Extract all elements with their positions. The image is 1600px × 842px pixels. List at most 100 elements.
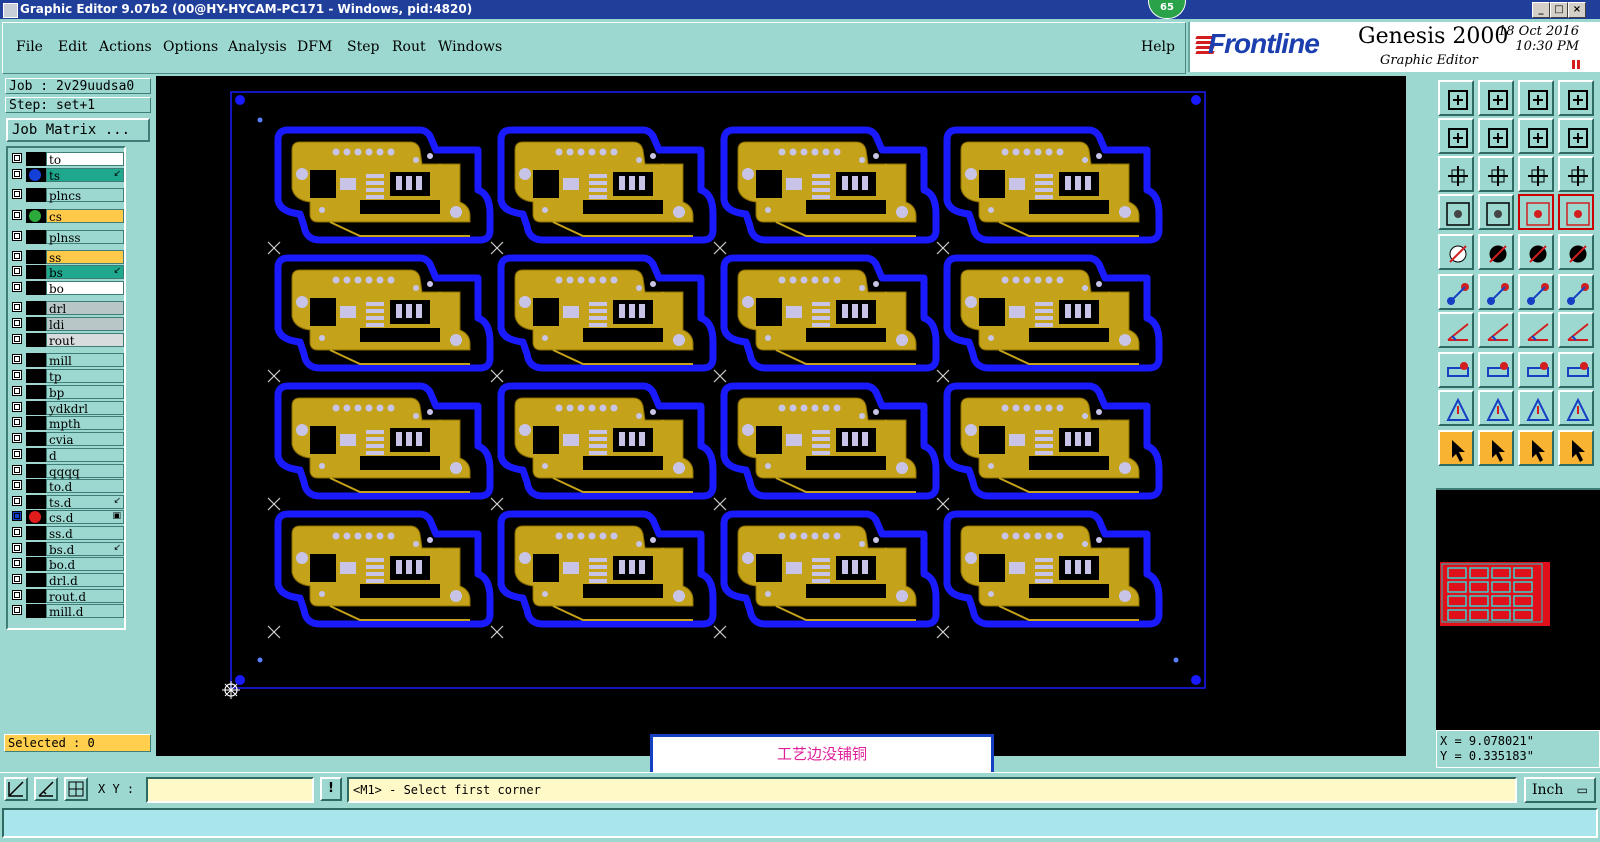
layer-name[interactable]: bp [46, 385, 124, 400]
layer-name[interactable]: mpth [46, 416, 124, 431]
help-icon[interactable] [1558, 156, 1594, 192]
layer-color-slot[interactable] [26, 495, 46, 509]
layer-color-slot[interactable] [26, 188, 46, 202]
layer-row-to-d[interactable]: to.d [10, 479, 124, 494]
layer-row-cvia[interactable]: cvia [10, 432, 124, 447]
redraw-icon[interactable] [1558, 118, 1594, 154]
layer-row-ldi[interactable]: ldi [10, 317, 124, 332]
menu-windows[interactable]: Windows [438, 39, 502, 55]
layer-name[interactable]: rout.d [46, 589, 124, 604]
layer-name[interactable]: bo.d [46, 557, 124, 572]
pad-icon[interactable] [1438, 234, 1474, 270]
layer-checkbox[interactable] [12, 543, 22, 553]
line-add-2-icon[interactable] [1558, 274, 1594, 310]
alert-button[interactable]: ! [320, 777, 342, 801]
target-icon[interactable] [1558, 234, 1594, 270]
layer-checkbox[interactable] [12, 605, 22, 615]
layer-color-slot[interactable] [26, 416, 46, 430]
menu-step[interactable]: Step [347, 39, 379, 55]
copy-icon[interactable] [1558, 352, 1594, 388]
layer-row-drl[interactable]: drl [10, 301, 124, 316]
cursor-4-icon[interactable] [1558, 430, 1594, 466]
layer-checkbox[interactable] [12, 282, 22, 292]
grid-icon[interactable] [1478, 194, 1514, 230]
layer-color-slot[interactable] [26, 573, 46, 587]
layer-checkbox[interactable] [12, 496, 22, 506]
move-icon[interactable] [1438, 352, 1474, 388]
layer-color-slot[interactable] [26, 542, 46, 556]
layer-checkbox[interactable] [12, 417, 22, 427]
measure-icon[interactable] [1438, 194, 1474, 230]
layer-name[interactable]: drl [46, 301, 124, 316]
minimap[interactable] [1436, 490, 1600, 730]
layer-color-slot[interactable] [26, 448, 46, 462]
layer-name[interactable]: drl.d [46, 573, 124, 588]
zoom-home-icon[interactable] [1438, 80, 1474, 116]
menu-rout[interactable]: Rout [392, 39, 426, 55]
layer-checkbox[interactable] [12, 302, 22, 312]
menu-dfm[interactable]: DFM [297, 39, 332, 55]
home-icon[interactable] [1518, 80, 1554, 116]
menu-options[interactable]: Options [163, 39, 218, 55]
layer-checkbox[interactable] [12, 558, 22, 568]
layer-name[interactable]: rout [46, 333, 124, 348]
layer-name[interactable]: ldi [46, 317, 124, 332]
menu-edit[interactable]: Edit [58, 39, 87, 55]
layer-name[interactable]: ss [46, 250, 124, 265]
layer-row-qqqq[interactable]: qqqq [10, 464, 124, 479]
layer-row-mill[interactable]: mill [10, 353, 124, 368]
layer-name[interactable]: cs [46, 209, 124, 224]
layer-row-cs[interactable]: cs [10, 209, 124, 224]
layer-name[interactable]: plnss [46, 230, 124, 245]
undo-view-icon[interactable] [1518, 118, 1554, 154]
layer-name[interactable]: ydkdrl [46, 401, 124, 416]
layer-checkbox[interactable] [12, 590, 22, 600]
layer-checkbox[interactable] [12, 433, 22, 443]
layer-checkbox[interactable] [12, 231, 22, 241]
layer-color-slot[interactable] [26, 250, 46, 264]
layer-row-bs[interactable]: bs ↙ [10, 265, 124, 280]
layer-name[interactable]: bs.d ↙ [46, 542, 124, 557]
pan-left-icon[interactable] [1438, 118, 1474, 154]
layer-row-bo[interactable]: bo [10, 281, 124, 296]
zoom-fit-icon[interactable] [1478, 80, 1514, 116]
layer-name[interactable]: bo [46, 281, 124, 296]
layer-color-slot[interactable] [26, 526, 46, 540]
cross-icon[interactable] [1478, 274, 1514, 310]
layer-color-slot[interactable] [26, 557, 46, 571]
layer-color-slot[interactable] [26, 589, 46, 603]
maximize-button[interactable]: □ [1550, 2, 1568, 18]
layer-color-slot[interactable] [26, 353, 46, 367]
layer-checkbox[interactable] [12, 153, 22, 163]
layer-row-mpth[interactable]: mpth [10, 416, 124, 431]
mirror-icon[interactable] [1558, 312, 1594, 348]
scale-1-2-icon[interactable] [1518, 156, 1554, 192]
graphics-canvas[interactable] [156, 76, 1406, 756]
diagonal-icon[interactable] [1478, 312, 1514, 348]
layer-color-slot[interactable] [26, 230, 46, 244]
layer-row-bs-d[interactable]: bs.d ↙ [10, 542, 124, 557]
window-icon[interactable] [1558, 80, 1594, 116]
layer-checkbox[interactable] [12, 465, 22, 475]
layer-checkbox[interactable] [12, 402, 22, 412]
layer-color-slot[interactable] [26, 604, 46, 618]
cursor-icon[interactable] [1438, 430, 1474, 466]
layer-name[interactable]: to.d [46, 479, 124, 494]
layer-row-plnss[interactable]: plnss [10, 230, 124, 245]
layer-row-bp[interactable]: bp [10, 385, 124, 400]
layer-color-slot[interactable] [26, 265, 46, 279]
layer-checkbox[interactable] [12, 266, 22, 276]
grid-snap-icon[interactable] [64, 777, 88, 801]
menu-help[interactable]: Help [1141, 39, 1175, 55]
layer-row-rout-d[interactable]: rout.d [10, 589, 124, 604]
layer-name[interactable]: tp [46, 369, 124, 384]
layer-name[interactable]: qqqq [46, 464, 124, 479]
layer-checkbox[interactable] [12, 370, 22, 380]
layer-row-d[interactable]: d [10, 448, 124, 463]
measure-angle-icon[interactable] [34, 777, 58, 801]
layer-name[interactable]: mill.d [46, 604, 124, 619]
layer-name[interactable]: mill [46, 353, 124, 368]
line-add-icon[interactable] [1518, 274, 1554, 310]
layer-checkbox[interactable] [12, 527, 22, 537]
layer-color-slot[interactable] [26, 152, 46, 166]
